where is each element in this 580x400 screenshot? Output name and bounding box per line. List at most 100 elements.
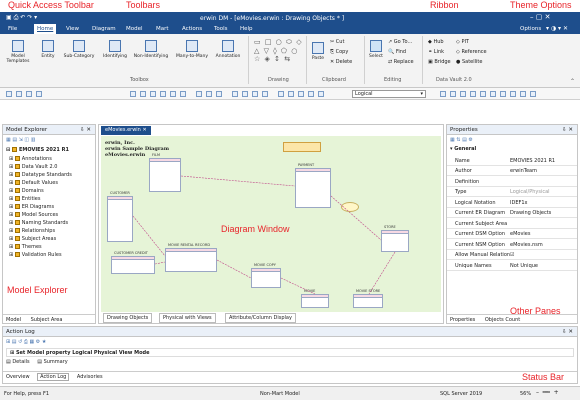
satellite-button[interactable]: ● Satellite xyxy=(456,59,482,65)
toolbar-icon[interactable] xyxy=(140,91,146,97)
tab-physical-with-views[interactable]: Physical with Views xyxy=(159,313,216,323)
non-identifying-button[interactable]: Non-Identifying xyxy=(130,40,172,59)
toolbar-icon[interactable] xyxy=(450,91,456,97)
menu-diagram[interactable]: Diagram xyxy=(92,26,116,32)
tab-overview[interactable]: Overview xyxy=(6,374,30,380)
toolbar-icon[interactable] xyxy=(150,91,156,97)
pit-button[interactable]: ◇ PIT xyxy=(456,39,469,45)
notation-dropdown[interactable]: Logical ▾ xyxy=(352,90,426,98)
tree-item-naming-standards[interactable]: ⊞ Naming Standards xyxy=(9,220,68,226)
annotation-button[interactable]: Annotation xyxy=(212,40,244,59)
tree-item-themes[interactable]: ⊞ Themes xyxy=(9,244,42,250)
options-menu[interactable]: Options xyxy=(520,26,541,32)
properties-toolbar[interactable]: ▦ ⇅ ▤ ⚙ xyxy=(450,137,473,143)
toolbar-icon[interactable] xyxy=(440,91,446,97)
toolbar-icon[interactable] xyxy=(288,91,294,97)
toolbar-icon[interactable] xyxy=(262,91,268,97)
tree-item-default-values[interactable]: ⊞ Default Values xyxy=(9,180,58,186)
paste-button[interactable]: Paste xyxy=(310,42,326,61)
property-row[interactable]: Unique Names Not Unique xyxy=(447,260,577,271)
tree-item-relationships[interactable]: ⊞ Relationships xyxy=(9,228,55,234)
tab-drawing-objects[interactable]: Drawing Objects xyxy=(103,313,153,323)
hub-button[interactable]: ◆ Hub xyxy=(428,39,444,45)
action-log-entry[interactable]: ⊞ Set Model property Logical Physical Vi… xyxy=(6,348,574,357)
property-row[interactable]: Definition xyxy=(447,176,577,187)
menu-file[interactable]: File xyxy=(8,26,17,32)
tree-item-data-vault[interactable]: ⊞ Data Vault 2.0 xyxy=(9,164,57,170)
menu-mart[interactable]: Mart xyxy=(156,26,169,32)
toolbar-icon[interactable] xyxy=(490,91,496,97)
quick-access-icons[interactable]: ▣ ⎙ ↶ ↷ ▾ xyxy=(6,14,37,22)
menu-view[interactable]: View xyxy=(66,26,79,32)
tree-root[interactable]: ⊟ EMOVIES 2021 R1 xyxy=(6,147,69,153)
toolbar-icon[interactable] xyxy=(36,91,42,97)
property-row[interactable]: Current Subject Area xyxy=(447,218,577,229)
ribbon-collapse-icon[interactable]: ⌃ xyxy=(570,78,575,85)
toolbar-icon[interactable] xyxy=(510,91,516,97)
toolbar-icon[interactable] xyxy=(232,91,238,97)
toolbar-icon[interactable] xyxy=(26,91,32,97)
tab-properties[interactable]: Properties xyxy=(450,317,475,323)
toolbar-icon[interactable] xyxy=(6,91,12,97)
tab-objects-count[interactable]: Objects Count xyxy=(485,317,520,323)
menu-actions[interactable]: Actions xyxy=(182,26,202,32)
toolbar-icon[interactable] xyxy=(500,91,506,97)
action-log-toolbar[interactable]: ⊞ ▤ ↺ ⎙ ▦ ⚙ ★ xyxy=(6,339,46,345)
window-controls[interactable]: – ▢ ✕ xyxy=(530,13,550,21)
tree-item-subject-areas[interactable]: ⊞ Subject Areas xyxy=(9,236,56,242)
goto-button[interactable]: ↗ Go To... xyxy=(388,39,412,45)
toolbar-icon[interactable] xyxy=(206,91,212,97)
property-row[interactable]: Logical Notation IDEF1x xyxy=(447,197,577,208)
menu-tools[interactable]: Tools xyxy=(214,26,228,32)
diagram-tab[interactable]: eMovies.erwin ✕ xyxy=(101,126,151,135)
toolbar-icon[interactable] xyxy=(170,91,176,97)
drawing-shapes[interactable]: ▭ □ ○ ⬭ ◇ △ ▽ ◊ ⬠ ○ ☆ ◈ ↕ ⇆ xyxy=(254,38,303,63)
tree-item-annotations[interactable]: ⊞ Annotations xyxy=(9,156,52,162)
property-row[interactable]: Name EMOVIES 2021 R1 xyxy=(447,155,577,166)
tab-action-log[interactable]: Action Log xyxy=(37,373,70,381)
property-row[interactable]: Current NSM Option eMovies.nsm xyxy=(447,239,577,250)
toolbar-icon[interactable] xyxy=(252,91,258,97)
link-button[interactable]: ⚭ Link xyxy=(428,49,444,55)
entity-button[interactable]: Entity xyxy=(40,40,56,59)
property-row[interactable]: Allow Manual Relation ☑ xyxy=(447,250,577,260)
identifying-button[interactable]: Identifying xyxy=(100,40,130,59)
menu-model[interactable]: Model xyxy=(126,26,143,32)
menu-home[interactable]: Home xyxy=(34,24,57,34)
explorer-toolbar[interactable]: ▦ ▤ ⇲ ◫ ▥ xyxy=(6,137,35,143)
property-row[interactable]: Current ER Diagram Drawing Objects xyxy=(447,208,577,218)
allow-manual-checkbox[interactable]: ☑ xyxy=(510,252,514,258)
tree-item-validation-rules[interactable]: ⊞ Validation Rules xyxy=(9,252,62,258)
toolbar-icon[interactable] xyxy=(470,91,476,97)
toolbar-icon[interactable] xyxy=(298,91,304,97)
reference-button[interactable]: ◇ Reference xyxy=(456,49,487,55)
toolbar-icon[interactable] xyxy=(130,91,136,97)
toolbar-icon[interactable] xyxy=(308,91,314,97)
diagram-canvas[interactable]: erwin, Inc. erwin Sample Diagram eMovies… xyxy=(101,136,441,312)
toolbar-icon[interactable] xyxy=(242,91,248,97)
toolbar-icon[interactable] xyxy=(460,91,466,97)
zoom-slider[interactable]: – ╺━╸ + xyxy=(536,389,559,396)
model-templates-button[interactable]: Model Templates xyxy=(4,40,32,64)
tab-model[interactable]: Model xyxy=(6,317,21,323)
find-button[interactable]: 🔍 Find xyxy=(388,49,406,55)
property-row[interactable]: Type Logical/Physical xyxy=(447,187,577,197)
menu-help[interactable]: Help xyxy=(240,26,253,32)
toolbar-icon[interactable] xyxy=(318,91,324,97)
replace-button[interactable]: ⇄ Replace xyxy=(388,59,414,65)
many-to-many-button[interactable]: Many-to-Many xyxy=(172,40,212,59)
tree-item-model-sources[interactable]: ⊞ Model Sources xyxy=(9,212,58,218)
toolbar-icon[interactable] xyxy=(480,91,486,97)
tab-advisories[interactable]: Advisories xyxy=(77,374,103,380)
toolbar-icon[interactable] xyxy=(16,91,22,97)
tab-details[interactable]: ▤ Details xyxy=(6,359,30,365)
tree-item-er-diagrams[interactable]: ⊞ ER Diagrams xyxy=(9,204,54,210)
delete-button[interactable]: ✕ Delete xyxy=(330,59,352,65)
tree-item-entities[interactable]: ⊞ Entities xyxy=(9,196,41,202)
toolbar-icon[interactable] xyxy=(196,91,202,97)
cut-button[interactable]: ✂ Cut xyxy=(330,39,344,45)
toolbar-icon[interactable] xyxy=(160,91,166,97)
select-button[interactable]: Select xyxy=(368,40,384,59)
toolbar-icon[interactable] xyxy=(216,91,222,97)
tab-summary[interactable]: ▤ Summary xyxy=(37,359,68,365)
